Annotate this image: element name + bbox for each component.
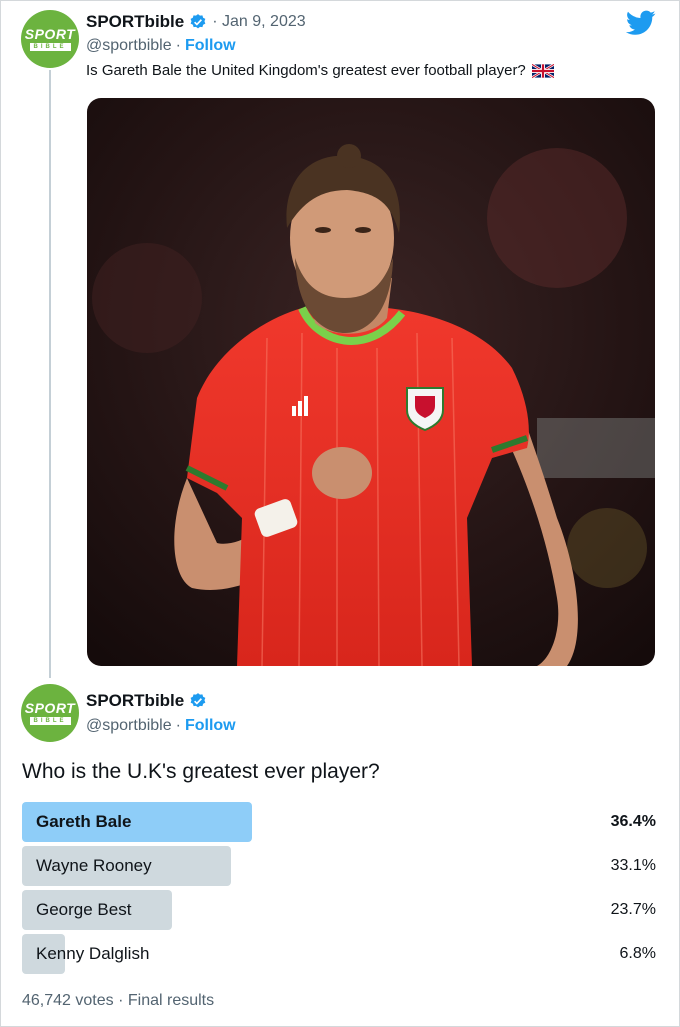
poll-option-percent: 33.1%	[610, 857, 656, 874]
separator-dot: ·	[118, 992, 128, 1009]
avatar-logo-text: SPORT	[24, 26, 76, 42]
tweet-image[interactable]	[87, 98, 655, 666]
author-row: SPORTbible · Jan 9, 2023	[86, 10, 306, 34]
separator-dot: ·	[175, 717, 181, 734]
poll-option-label: Wayne Rooney	[36, 856, 152, 875]
verified-badge-icon	[190, 693, 206, 708]
poll-option[interactable]: George Best 23.7%	[22, 890, 656, 930]
player-photo	[87, 98, 655, 666]
tweet-body: Is Gareth Bale the United Kingdom's grea…	[86, 62, 526, 79]
avatar[interactable]: SPORT BIBLE	[21, 684, 79, 742]
tweet-date-text: Jan 9, 2023	[222, 13, 306, 30]
separator-dot: ·	[175, 37, 181, 54]
poll-option[interactable]: Gareth Bale 36.4%	[22, 802, 656, 842]
author-handle[interactable]: @sportbible	[86, 717, 172, 735]
author-name[interactable]: SPORTbible	[86, 12, 184, 32]
poll-option-label: Kenny Dalglish	[36, 944, 150, 963]
poll-option-label: Gareth Bale	[36, 812, 132, 831]
poll-footer: 46,742 votes · Final results	[22, 992, 214, 1010]
follow-button[interactable]: Follow	[185, 717, 236, 735]
tweet-text: Is Gareth Bale the United Kingdom's grea…	[86, 62, 554, 79]
author-row: SPORTbible	[86, 689, 207, 713]
author-handle[interactable]: @sportbible	[86, 37, 172, 55]
poll-option[interactable]: Wayne Rooney 33.1%	[22, 846, 656, 886]
avatar-logo-subtext: BIBLE	[29, 717, 71, 725]
poll-option-label: George Best	[36, 900, 132, 919]
handle-row: @sportbible · Follow	[86, 715, 236, 737]
poll-option-percent: 36.4%	[610, 813, 656, 830]
uk-flag-icon	[531, 63, 554, 78]
handle-row: @sportbible · Follow	[86, 35, 236, 57]
poll-status: Final results	[127, 992, 215, 1009]
avatar-logo-text: SPORT	[24, 700, 76, 716]
poll-vote-count[interactable]: 46,742 votes	[22, 992, 114, 1009]
author-name[interactable]: SPORTbible	[86, 691, 184, 711]
follow-button[interactable]: Follow	[185, 37, 236, 55]
poll-question: Who is the U.K's greatest ever player?	[22, 760, 380, 783]
twitter-bird-icon[interactable]	[626, 10, 656, 36]
poll-option[interactable]: Kenny Dalglish 6.8%	[22, 934, 656, 974]
avatar[interactable]: SPORT BIBLE	[21, 10, 79, 68]
thread-connector	[49, 70, 51, 678]
verified-badge-icon	[190, 14, 206, 29]
poll-option-percent: 23.7%	[610, 901, 656, 918]
tweet-date[interactable]: · Jan 9, 2023	[212, 13, 305, 31]
avatar-logo-subtext: BIBLE	[29, 43, 71, 51]
poll-option-percent: 6.8%	[619, 945, 656, 962]
